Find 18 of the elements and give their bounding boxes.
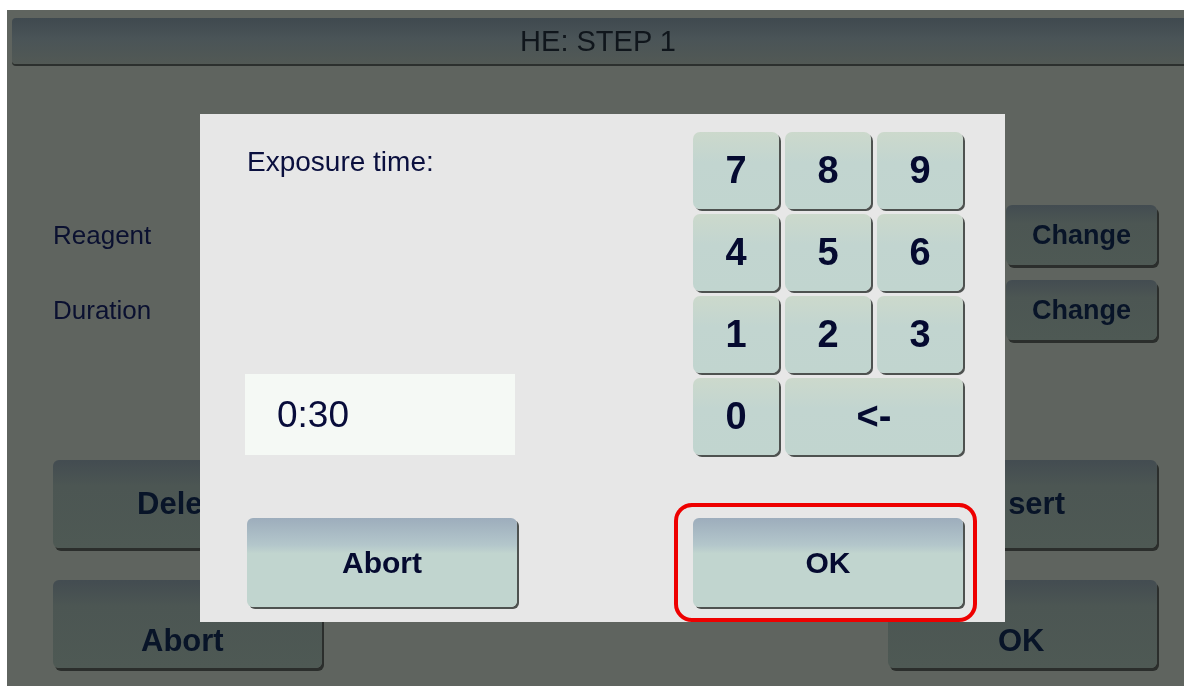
digit-key[interactable]: 1 xyxy=(693,296,779,373)
value-field[interactable]: 0:30 xyxy=(245,374,515,455)
setting-label: Reagent xyxy=(53,219,152,251)
digit-key[interactable]: 7 xyxy=(693,132,779,209)
digit-key[interactable]: 0 xyxy=(693,378,779,455)
digit-key[interactable]: 5 xyxy=(785,214,871,291)
setting-label: Duration xyxy=(53,294,152,326)
digit-key[interactable]: 4 xyxy=(693,214,779,291)
dialog-button[interactable]: Abort xyxy=(247,518,517,607)
digit-key[interactable]: 3 xyxy=(877,296,963,373)
screen-title: HE: STEP 1 xyxy=(520,24,676,58)
digit-key[interactable]: 2 xyxy=(785,296,871,373)
dialog-button[interactable]: OK xyxy=(693,518,963,607)
digit-key[interactable]: 8 xyxy=(785,132,871,209)
digit-key[interactable]: 6 xyxy=(877,214,963,291)
backspace-key[interactable]: <- xyxy=(785,378,963,455)
dialog-label: Exposure time: xyxy=(247,146,435,178)
digit-key[interactable]: 9 xyxy=(877,132,963,209)
